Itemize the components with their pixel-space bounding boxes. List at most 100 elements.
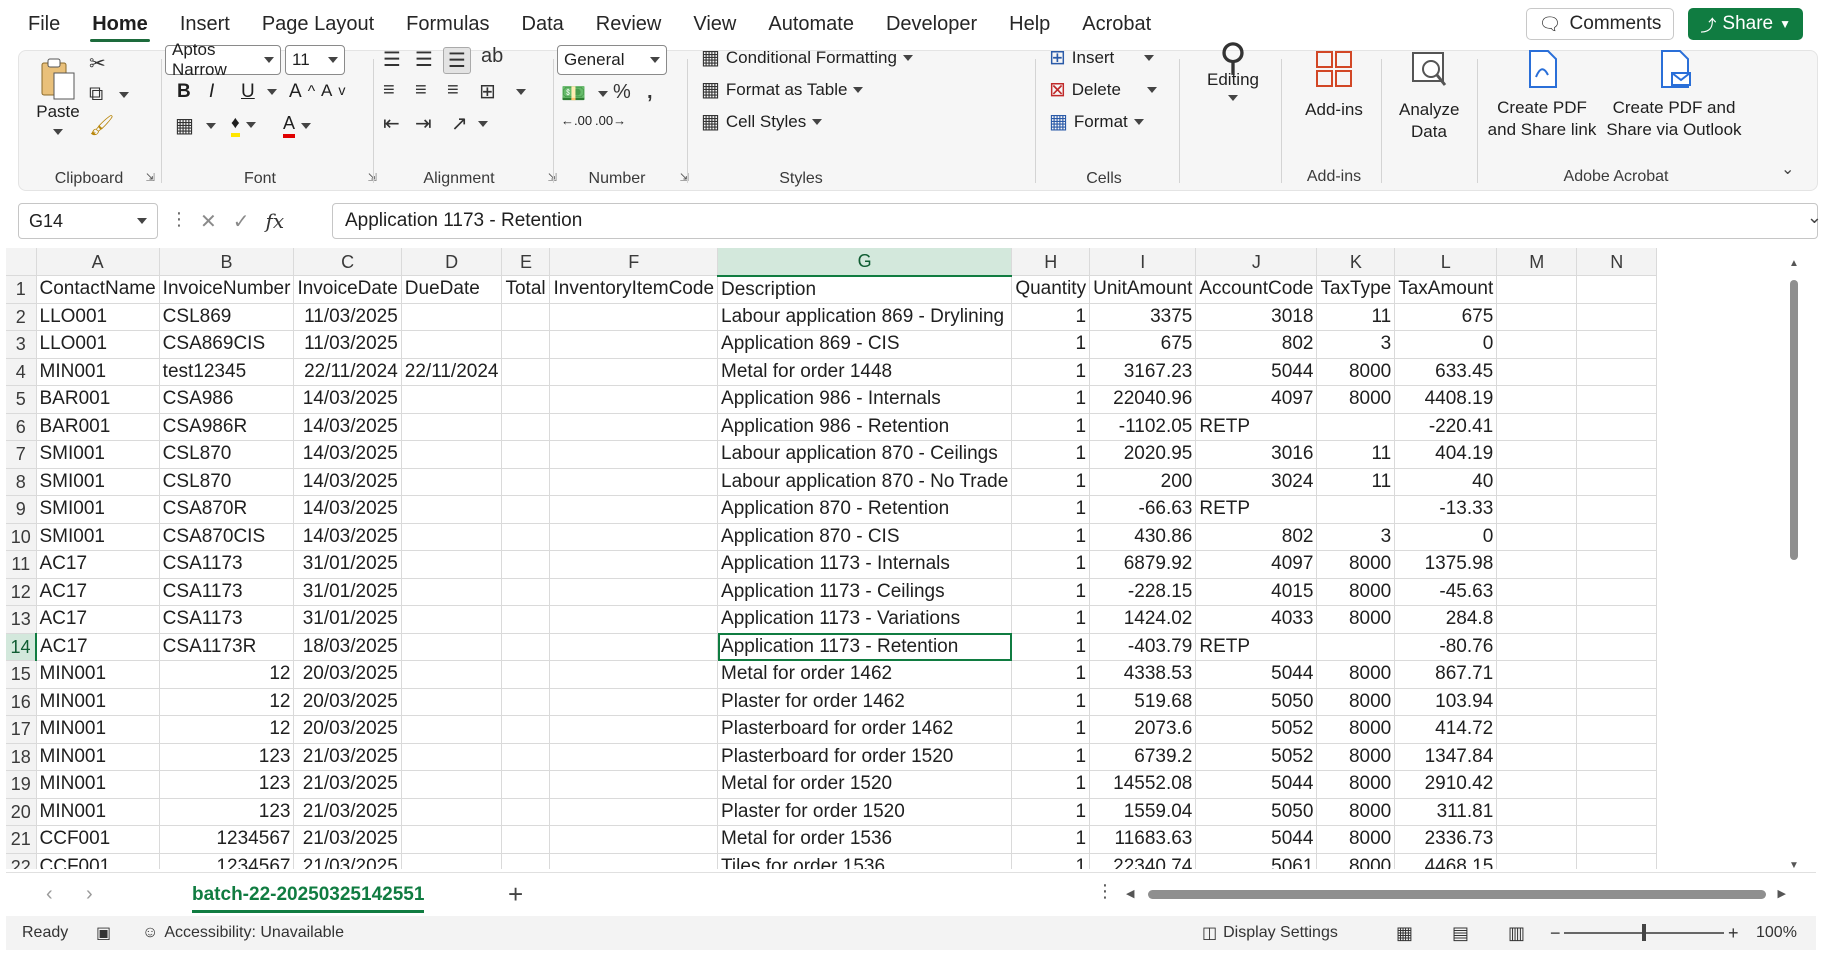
cell[interactable]: MIN001 [36,358,160,386]
cell[interactable] [549,413,719,441]
cell[interactable] [501,495,551,524]
cell[interactable] [1496,330,1578,359]
cell[interactable]: 5061 [1195,853,1318,869]
more-options-icon[interactable]: ⋮ [170,209,188,230]
cell[interactable]: 8000 [1316,825,1396,854]
cell[interactable]: 802 [1195,523,1318,551]
cell[interactable]: 1 [1011,578,1091,606]
cell[interactable] [401,770,503,799]
cell[interactable]: CSA870CIS [159,523,295,551]
column-header[interactable]: K [1316,248,1396,276]
cell[interactable] [1496,770,1578,799]
cell[interactable]: 675 [1394,303,1498,331]
cell[interactable]: BAR001 [36,413,160,441]
cell[interactable]: 21/03/2025 [293,825,402,854]
cell[interactable] [1576,743,1658,771]
scroll-down-icon[interactable]: ▼ [1789,860,1799,871]
increase-indent-icon[interactable]: ⇥ [415,111,432,136]
comments-button[interactable]: 🗨 Comments [1525,8,1675,40]
cell[interactable]: 1424.02 [1089,605,1197,634]
cell[interactable]: Labour application 870 - Ceilings [717,440,1013,469]
cell[interactable]: RETP [1195,495,1318,524]
cell[interactable] [401,798,503,826]
align-middle-icon[interactable]: ☰ [415,47,433,72]
cell[interactable] [401,468,503,496]
cell[interactable] [549,440,719,469]
cell[interactable]: Application 986 - Internals [717,385,1013,414]
cell[interactable] [501,578,551,606]
tab-review[interactable]: Review [580,0,678,48]
cell[interactable]: 123 [159,743,295,771]
cell[interactable]: 4408.19 [1394,385,1498,414]
cell[interactable]: ContactName [36,275,160,304]
cell[interactable] [1576,330,1658,359]
cell[interactable] [549,688,719,716]
cell[interactable] [501,550,551,579]
align-left-icon[interactable]: ≡ [383,79,395,102]
cell[interactable]: test12345 [159,358,295,386]
editing-button[interactable]: ⚲ Editing [1191,39,1275,101]
align-bottom-icon[interactable]: ☰ [443,47,471,74]
cell[interactable]: Application 1173 - Retention [717,633,1013,661]
cell[interactable]: 14/03/2025 [293,468,402,496]
cell[interactable]: 3167.23 [1089,358,1197,386]
cell[interactable] [501,853,551,869]
cell[interactable] [549,358,719,386]
more-options-icon[interactable]: ⋮ [1096,881,1114,902]
cell[interactable]: -403.79 [1089,633,1197,661]
column-header[interactable]: N [1576,248,1658,276]
cell[interactable]: 12 [159,715,295,744]
tab-data[interactable]: Data [506,0,580,48]
align-right-icon[interactable]: ≡ [447,79,459,102]
paste-button[interactable]: Paste [33,57,83,135]
cell[interactable] [549,743,719,771]
tab-acrobat[interactable]: Acrobat [1066,0,1167,48]
cell[interactable] [501,605,551,634]
cell[interactable]: AC17 [36,633,160,661]
zoom-out-icon[interactable]: − [1550,923,1561,944]
row-header[interactable]: 15 [6,660,37,689]
cell[interactable]: 1 [1011,853,1091,869]
page-layout-view-icon[interactable]: ▤ [1452,923,1469,944]
cell[interactable]: DueDate [401,275,503,304]
cell[interactable] [1316,413,1396,441]
cell[interactable]: 5044 [1195,358,1318,386]
cell[interactable]: 14/03/2025 [293,385,402,414]
cell[interactable] [549,825,719,854]
next-sheet-icon[interactable]: › [86,883,93,906]
column-header[interactable]: M [1496,248,1578,276]
cell[interactable]: Metal for order 1520 [717,770,1013,799]
cell[interactable] [549,853,719,869]
cell[interactable]: Application 1173 - Internals [717,550,1013,579]
cell[interactable]: 6739.2 [1089,743,1197,771]
cell[interactable]: 200 [1089,468,1197,496]
cell[interactable]: 1 [1011,413,1091,441]
cell[interactable]: 20/03/2025 [293,660,402,689]
cell[interactable]: MIN001 [36,743,160,771]
row-header[interactable]: 17 [6,715,37,744]
cell[interactable]: Application 869 - CIS [717,330,1013,359]
cell[interactable] [401,633,503,661]
row-header[interactable]: 18 [6,743,37,771]
cell[interactable]: 11/03/2025 [293,303,402,331]
cell[interactable]: -220.41 [1394,413,1498,441]
cell[interactable] [1496,825,1578,854]
cell[interactable]: 1559.04 [1089,798,1197,826]
cell[interactable]: RETP [1195,413,1318,441]
number-format-dropdown[interactable]: General [557,45,667,75]
vertical-scroll-thumb[interactable] [1790,280,1798,560]
cell[interactable] [1496,578,1578,606]
cell[interactable]: 1 [1011,715,1091,744]
cell[interactable] [501,743,551,771]
cell[interactable]: 1 [1011,770,1091,799]
cell[interactable] [1496,385,1578,414]
cell[interactable]: RETP [1195,633,1318,661]
cell[interactable]: 22/11/2024 [293,358,402,386]
cell[interactable] [1496,660,1578,689]
cell[interactable]: 11 [1316,468,1396,496]
cell[interactable] [1576,825,1658,854]
cell[interactable]: 3024 [1195,468,1318,496]
align-center-icon[interactable]: ≡ [415,79,427,102]
cell[interactable]: Labour application 870 - No Trade [717,468,1013,496]
share-button[interactable]: ⤴ Share ▼ [1688,8,1803,40]
